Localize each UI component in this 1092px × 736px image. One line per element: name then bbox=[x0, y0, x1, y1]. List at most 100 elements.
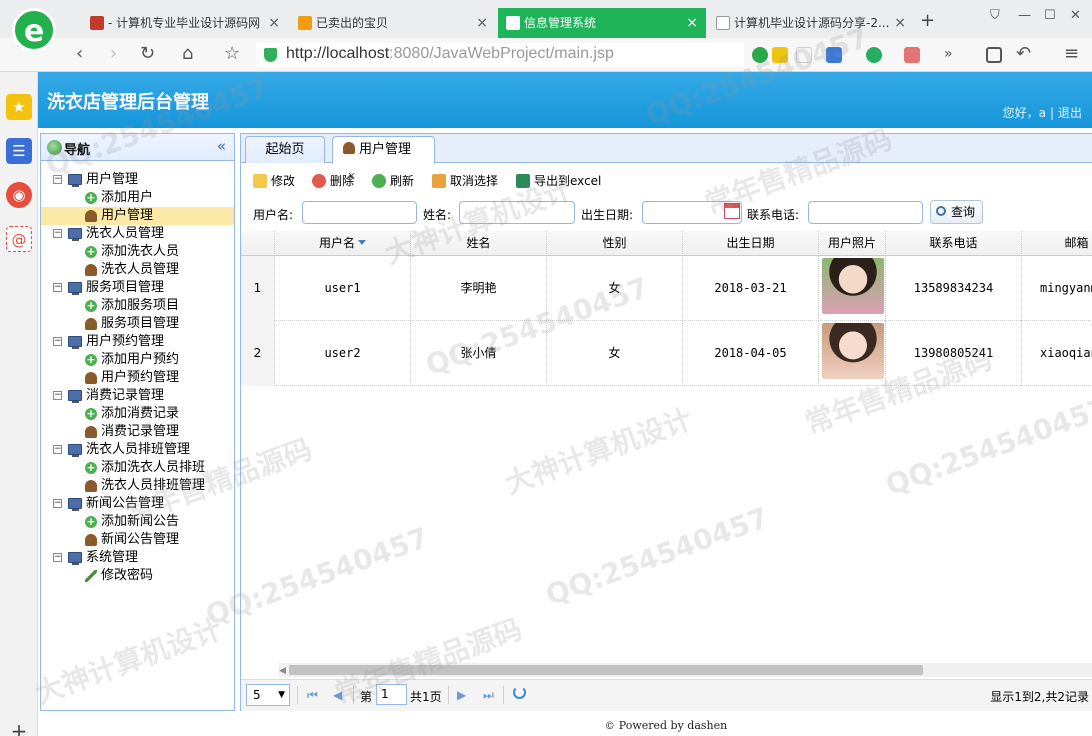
collapse-toggle-icon[interactable]: − bbox=[53, 337, 62, 346]
nav-group[interactable]: − 洗衣人员管理 bbox=[41, 225, 234, 243]
browser-tab-4[interactable]: 计算机毕业设计源码分享-2... × bbox=[708, 8, 914, 38]
mail-icon[interactable]: @ bbox=[6, 226, 32, 252]
reader-list-icon[interactable]: ☰ bbox=[6, 138, 32, 164]
phone-icon[interactable] bbox=[986, 47, 1002, 63]
query-button[interactable]: 查询 bbox=[930, 200, 983, 224]
nav-item[interactable]: + 添加新闻公告 bbox=[41, 513, 234, 531]
translate-icon[interactable] bbox=[904, 47, 920, 63]
apps-icon[interactable] bbox=[826, 47, 842, 63]
nav-item[interactable]: 用户预约管理 bbox=[41, 369, 234, 387]
collapse-toggle-icon[interactable]: − bbox=[53, 283, 62, 292]
home-icon[interactable]: ⌂ bbox=[182, 44, 193, 64]
collapse-toggle-icon[interactable]: − bbox=[53, 391, 62, 400]
reload-icon[interactable]: ↻ bbox=[140, 44, 155, 64]
nav-item[interactable]: 新闻公告管理 bbox=[41, 531, 234, 549]
favorite-star-icon[interactable]: ☆ bbox=[224, 44, 240, 64]
column-header-birth[interactable]: 出生日期 bbox=[683, 231, 819, 256]
phone-input[interactable] bbox=[808, 201, 923, 224]
column-header-phone[interactable]: 联系电话 bbox=[886, 231, 1022, 256]
nav-item[interactable]: + 添加服务项目 bbox=[41, 297, 234, 315]
maximize-icon[interactable]: ☐ bbox=[1044, 8, 1056, 23]
chevron-down-icon: ▼ bbox=[278, 690, 285, 700]
username-input[interactable] bbox=[302, 201, 417, 224]
nav-item[interactable]: 消费记录管理 bbox=[41, 423, 234, 441]
export-excel-button[interactable]: 导出到excel bbox=[516, 172, 601, 190]
scrollbar-thumb[interactable] bbox=[289, 665, 923, 675]
collapse-toggle-icon[interactable]: − bbox=[53, 175, 62, 184]
prev-page-icon[interactable]: ◀ bbox=[333, 688, 342, 702]
next-page-icon[interactable]: ▶ bbox=[457, 688, 466, 702]
logout-link[interactable]: 退出 bbox=[1058, 106, 1082, 120]
column-header-photo[interactable]: 用户照片 bbox=[819, 231, 886, 256]
nav-item[interactable]: + 添加洗衣人员排班 bbox=[41, 459, 234, 477]
delete-button[interactable]: 删除 bbox=[312, 172, 354, 190]
browser-tab-3-active[interactable]: 信息管理系统 × bbox=[498, 8, 706, 38]
close-tab-icon[interactable]: × bbox=[268, 8, 280, 38]
skin-icon[interactable]: ⛉ bbox=[990, 8, 1000, 23]
flash-icon[interactable] bbox=[772, 47, 788, 63]
nav-group[interactable]: − 用户管理 bbox=[41, 171, 234, 189]
nav-item[interactable]: + 添加用户 bbox=[41, 189, 234, 207]
weibo-icon[interactable]: ◉ bbox=[6, 182, 32, 208]
nav-group[interactable]: − 新闻公告管理 bbox=[41, 495, 234, 513]
table-row[interactable]: 1 user1 李明艳 女 2018-03-21 13589834234 min… bbox=[241, 256, 1092, 321]
page-number-input[interactable]: 1 bbox=[376, 684, 407, 705]
last-page-icon[interactable]: ⏭ bbox=[483, 688, 494, 703]
nav-group[interactable]: − 服务项目管理 bbox=[41, 279, 234, 297]
nav-item[interactable]: + 添加用户预约 bbox=[41, 351, 234, 369]
add-sidebar-icon[interactable]: + bbox=[6, 718, 32, 736]
collapse-icon[interactable]: « bbox=[217, 137, 226, 155]
forward-icon[interactable]: › bbox=[110, 44, 117, 64]
nav-item[interactable]: + 添加洗衣人员 bbox=[41, 243, 234, 261]
tab-user-management[interactable]: 用户管理× bbox=[332, 136, 435, 182]
more-extensions-icon[interactable]: » bbox=[944, 44, 953, 64]
unselect-button[interactable]: 取消选择 bbox=[432, 172, 498, 190]
close-tab-icon[interactable]: × bbox=[476, 8, 488, 38]
add-icon: + bbox=[85, 353, 97, 366]
collapse-toggle-icon[interactable]: − bbox=[53, 445, 62, 454]
nav-group[interactable]: − 用户预约管理 bbox=[41, 333, 234, 351]
favorites-star-icon[interactable]: ★ bbox=[6, 94, 32, 120]
collapse-toggle-icon[interactable]: − bbox=[53, 229, 62, 238]
close-tab-icon[interactable]: × bbox=[894, 8, 906, 38]
first-page-icon[interactable]: ⏮ bbox=[307, 688, 318, 703]
nav-item[interactable]: 服务项目管理 bbox=[41, 315, 234, 333]
undo-icon[interactable]: ↶ bbox=[1016, 44, 1031, 64]
nav-item[interactable]: 修改密码 bbox=[41, 567, 234, 585]
extension-icon[interactable] bbox=[752, 47, 768, 63]
column-header-name[interactable]: 姓名 bbox=[411, 231, 547, 256]
collapse-toggle-icon[interactable]: − bbox=[53, 553, 62, 562]
nav-item[interactable]: + 添加消费记录 bbox=[41, 405, 234, 423]
column-header-username[interactable]: 用户名 bbox=[275, 231, 411, 256]
page-size-select[interactable]: 5 ▼ bbox=[246, 684, 290, 706]
new-tab-button[interactable]: + bbox=[920, 10, 935, 31]
nav-group[interactable]: − 洗衣人员排班管理 bbox=[41, 441, 234, 459]
dropdown-icon[interactable] bbox=[796, 47, 812, 63]
browser-tab-1[interactable]: - 计算机专业毕业设计源码网 × bbox=[82, 8, 288, 38]
scroll-left-icon[interactable]: ◀ bbox=[279, 666, 286, 676]
close-window-icon[interactable]: ✕ bbox=[1070, 8, 1081, 23]
column-header-gender[interactable]: 性别 bbox=[547, 231, 683, 256]
menu-icon[interactable]: ≡ bbox=[1064, 44, 1079, 64]
tab-home[interactable]: 起始页 bbox=[245, 136, 325, 163]
column-header-email[interactable]: 邮箱 bbox=[1022, 231, 1092, 256]
security-icon[interactable] bbox=[866, 47, 882, 63]
nav-group[interactable]: − 消费记录管理 bbox=[41, 387, 234, 405]
horizontal-scrollbar[interactable]: ◀ bbox=[279, 663, 1092, 677]
browser-tab-2[interactable]: 已卖出的宝贝 × bbox=[290, 8, 496, 38]
nav-item[interactable]: 洗衣人员管理 bbox=[41, 261, 234, 279]
nav-group[interactable]: − 系统管理 bbox=[41, 549, 234, 567]
calendar-icon[interactable] bbox=[724, 203, 740, 219]
close-tab-icon[interactable]: × bbox=[686, 8, 698, 38]
refresh-button[interactable]: 刷新 bbox=[372, 172, 414, 190]
reload-page-icon[interactable] bbox=[513, 686, 526, 699]
nav-item[interactable]: 用户管理 bbox=[41, 207, 234, 225]
collapse-toggle-icon[interactable]: − bbox=[53, 499, 62, 508]
table-row[interactable]: 2 user2 张小倩 女 2018-04-05 13980805241 xia… bbox=[241, 321, 1092, 386]
name-input[interactable] bbox=[459, 201, 575, 224]
edit-button[interactable]: 修改 bbox=[253, 172, 295, 190]
address-bar[interactable]: http://localhost:8080/JavaWebProject/mai… bbox=[256, 43, 744, 67]
back-icon[interactable]: ‹ bbox=[76, 44, 83, 64]
minimize-icon[interactable]: — bbox=[1018, 8, 1031, 23]
nav-item[interactable]: 洗衣人员排班管理 bbox=[41, 477, 234, 495]
